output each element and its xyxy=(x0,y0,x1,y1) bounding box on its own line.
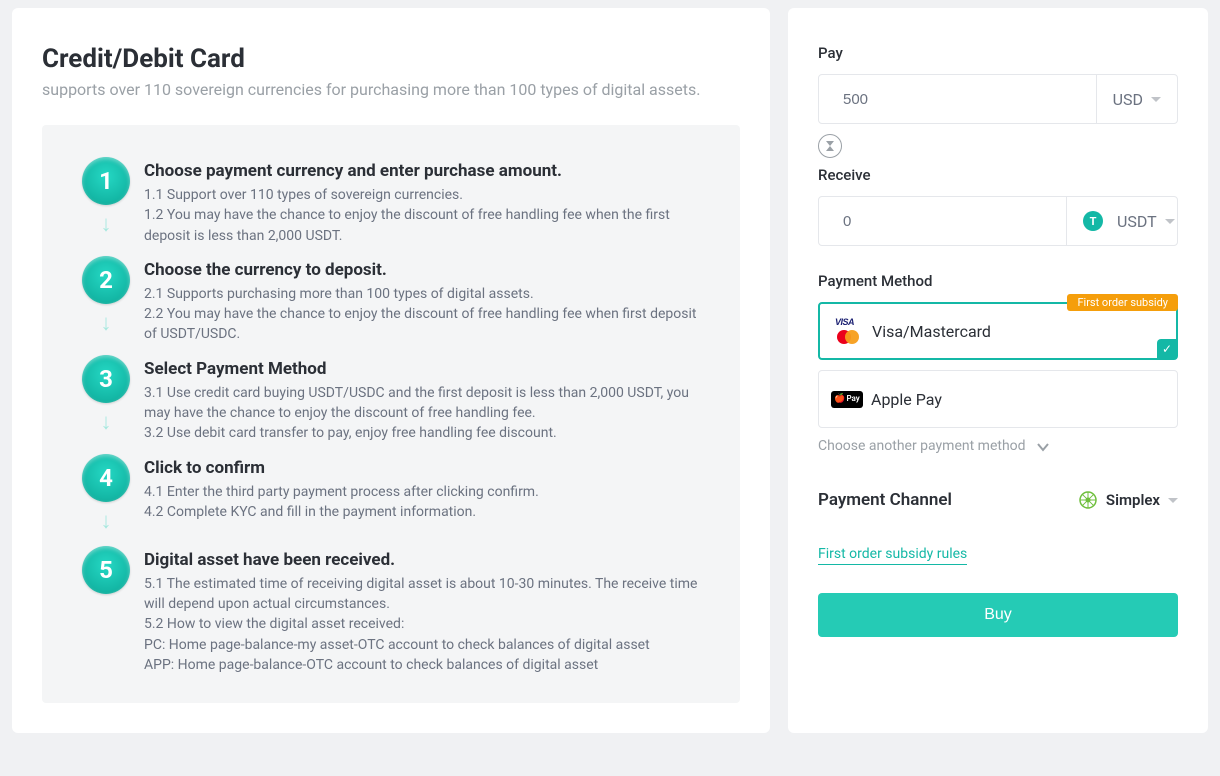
step-number-badge: 2 xyxy=(82,256,130,304)
receive-currency-select[interactable]: T USDT xyxy=(1066,197,1191,245)
page-subtitle: supports over 110 sovereign currencies f… xyxy=(42,80,740,99)
step-3: 3 ↓ Select Payment Method 3.1 Use credit ca… xyxy=(82,355,700,444)
step-1: 1 ↓ Choose payment currency and enter purc… xyxy=(82,157,700,246)
pay-label: Pay xyxy=(818,44,1178,62)
apple-pay-icon: 🍎Pay xyxy=(833,385,861,413)
arrow-down-icon: ↓ xyxy=(101,409,112,435)
simplex-icon xyxy=(1078,490,1098,510)
payment-method-label-text: Visa/Mastercard xyxy=(872,322,991,341)
steps-panel: 1 ↓ Choose payment currency and enter purc… xyxy=(42,125,740,703)
first-order-subsidy-rules-link[interactable]: First order subsidy rules xyxy=(818,546,967,565)
step-text: 3.1 Use credit card buying USDT/USDC and… xyxy=(144,383,700,444)
usdt-icon: T xyxy=(1083,211,1103,231)
step-title: Choose the currency to deposit. xyxy=(144,260,700,280)
payment-method-label-text: Apple Pay xyxy=(871,390,942,409)
first-order-subsidy-badge: First order subsidy xyxy=(1067,294,1178,311)
chevron-down-icon xyxy=(1168,498,1178,503)
step-5: 5 Digital asset have been received. 5.1 Th… xyxy=(82,546,700,675)
payment-channel-select[interactable]: Simplex xyxy=(1078,490,1178,510)
step-title: Click to confirm xyxy=(144,458,700,478)
instructions-card: Credit/Debit Card supports over 110 sove… xyxy=(12,8,770,733)
pay-input-row: USD xyxy=(818,74,1178,124)
choose-another-payment-method[interactable]: Choose another payment method xyxy=(818,438,1178,454)
page-title: Credit/Debit Card xyxy=(42,44,740,74)
arrow-down-icon: ↓ xyxy=(101,310,112,336)
step-text: 1.1 Support over 110 types of sovereign … xyxy=(144,185,700,246)
pay-currency-value: USD xyxy=(1113,90,1143,109)
arrow-down-icon: ↓ xyxy=(101,508,112,534)
payment-channel-label: Payment Channel xyxy=(818,490,952,510)
chevron-down-icon xyxy=(1036,440,1048,452)
swap-icon[interactable] xyxy=(818,134,842,158)
buy-button[interactable]: Buy xyxy=(818,593,1178,637)
step-text: 2.1 Supports purchasing more than 100 ty… xyxy=(144,284,700,345)
step-title: Choose payment currency and enter purcha… xyxy=(144,161,700,181)
receive-input-row: T USDT xyxy=(818,196,1178,246)
payment-method-visa-mastercard[interactable]: First order subsidy VISA Visa/Mastercard… xyxy=(818,302,1178,360)
check-icon: ✓ xyxy=(1157,339,1177,359)
step-title: Select Payment Method xyxy=(144,359,700,379)
receive-label: Receive xyxy=(818,166,1178,184)
receive-currency-value: USDT xyxy=(1117,212,1157,231)
step-text: 5.1 The estimated time of receiving digi… xyxy=(144,574,700,675)
step-text: 4.1 Enter the third party payment proces… xyxy=(144,482,700,523)
chevron-down-icon xyxy=(1151,97,1161,102)
step-title: Digital asset have been received. xyxy=(144,550,700,570)
step-2: 2 ↓ Choose the currency to deposit. 2.1 Sup… xyxy=(82,256,700,345)
step-number-badge: 1 xyxy=(82,157,130,205)
arrow-down-icon: ↓ xyxy=(101,211,112,237)
pay-currency-select[interactable]: USD xyxy=(1096,75,1177,123)
chevron-down-icon xyxy=(1165,219,1175,224)
visa-mastercard-icon: VISA xyxy=(834,317,862,345)
step-4: 4 ↓ Click to confirm 4.1 Enter the third pa… xyxy=(82,454,700,536)
payment-method-label: Payment Method xyxy=(818,272,1178,290)
step-number-badge: 4 xyxy=(82,454,130,502)
payment-method-apple-pay[interactable]: 🍎Pay Apple Pay xyxy=(818,370,1178,428)
receive-amount-input[interactable] xyxy=(819,197,1066,245)
step-number-badge: 5 xyxy=(82,546,130,594)
pay-amount-input[interactable] xyxy=(819,75,1096,123)
buy-form-card: Pay USD Receive T USDT Payment Method xyxy=(788,8,1208,733)
step-number-badge: 3 xyxy=(82,355,130,403)
